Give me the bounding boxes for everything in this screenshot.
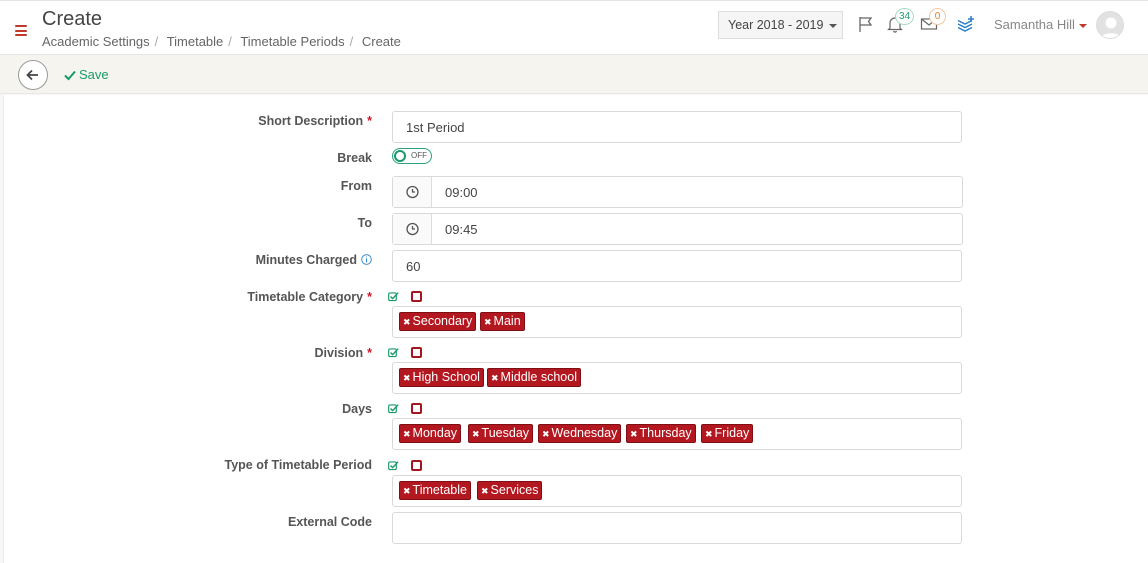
- uncheck-all-icon[interactable]: [411, 291, 422, 302]
- check-all-icon[interactable]: [388, 347, 399, 358]
- remove-tag-icon: ✖: [403, 486, 411, 496]
- break-label: Break: [337, 151, 372, 165]
- tag-timetable[interactable]: ✖ Timetable: [399, 481, 471, 500]
- remove-tag-icon: ✖: [481, 486, 489, 496]
- from-label: From: [340, 179, 372, 193]
- tag-secondary[interactable]: ✖ Secondary: [399, 312, 477, 331]
- division-label: Division *: [314, 346, 373, 360]
- remove-tag-icon: ✖: [403, 317, 411, 327]
- bell-icon[interactable]: 34: [886, 8, 915, 35]
- break-toggle[interactable]: OFF: [392, 148, 432, 164]
- minutes-charged-label: Minutes Charged: [256, 253, 372, 267]
- breadcrumb-current: Create: [361, 34, 401, 49]
- action-toolbar: Save: [0, 55, 1148, 94]
- tag-friday[interactable]: ✖ Friday: [701, 424, 754, 443]
- info-icon: [361, 254, 372, 265]
- type-of-period-tags[interactable]: ✖ Timetable ✖ Services: [392, 475, 962, 507]
- minutes-charged-input[interactable]: 60: [392, 250, 962, 282]
- breadcrumb-academic-settings[interactable]: Academic Settings: [42, 34, 150, 49]
- short-description-label: Short Description *: [258, 114, 372, 128]
- remove-tag-icon: ✖: [630, 429, 638, 439]
- breadcrumb: Academic Settings / Timetable / Timetable …: [42, 34, 401, 49]
- chevron-down-icon: [829, 23, 838, 28]
- check-icon: [64, 70, 76, 81]
- remove-tag-icon: ✖: [491, 373, 499, 383]
- uncheck-all-icon[interactable]: [411, 403, 422, 414]
- tag-services[interactable]: ✖ Services: [477, 481, 543, 500]
- clock-icon: [393, 214, 432, 244]
- remove-tag-icon: ✖: [484, 317, 492, 327]
- chevron-down-icon: [1078, 23, 1087, 28]
- tag-wednesday[interactable]: ✖ Wednesday: [538, 424, 622, 443]
- year-select-value: Year 2018 - 2019: [728, 18, 824, 32]
- short-description-input[interactable]: 1st Period: [392, 111, 962, 143]
- tag-monday[interactable]: ✖ Monday: [399, 424, 462, 443]
- tag-tuesday[interactable]: ✖ Tuesday: [468, 424, 534, 443]
- uncheck-all-icon[interactable]: [411, 460, 422, 471]
- year-select[interactable]: Year 2018 - 2019: [718, 11, 843, 39]
- type-of-period-label: Type of Timetable Period: [224, 458, 373, 472]
- days-tags[interactable]: ✖ Monday ✖ Tuesday ✖ Wednesday ✖ Thursday ✖ F…: [392, 418, 962, 450]
- flag-icon[interactable]: [857, 15, 877, 35]
- clock-icon: [393, 177, 432, 207]
- break-toggle-text: OFF: [411, 151, 427, 160]
- notifications-badge: 34: [895, 8, 915, 25]
- check-all-icon[interactable]: [388, 403, 399, 414]
- check-all-icon[interactable]: [388, 291, 399, 302]
- remove-tag-icon: ✖: [403, 429, 411, 439]
- to-time-input[interactable]: 09:45: [392, 213, 963, 245]
- back-button[interactable]: [18, 60, 48, 90]
- external-code-input[interactable]: [392, 512, 962, 544]
- remove-tag-icon: ✖: [403, 373, 411, 383]
- user-name: Samantha Hill: [994, 17, 1075, 32]
- user-menu[interactable]: Samantha Hill: [994, 17, 1087, 32]
- avatar[interactable]: [1096, 11, 1124, 39]
- check-all-icon[interactable]: [388, 460, 399, 471]
- envelope-icon[interactable]: 0: [920, 8, 946, 35]
- save-button-label: Save: [79, 67, 109, 82]
- messages-badge: 0: [929, 8, 946, 25]
- timetable-category-tags[interactable]: ✖ Secondary ✖ Main: [392, 306, 962, 338]
- tag-high-school[interactable]: ✖ High School: [399, 368, 484, 387]
- back-arrow-icon: [26, 69, 38, 81]
- remove-tag-icon: ✖: [542, 429, 550, 439]
- top-bar: Create Academic Settings / Timetable / Tim…: [0, 0, 1148, 55]
- tag-thursday[interactable]: ✖ Thursday: [626, 424, 696, 443]
- save-button[interactable]: Save: [64, 67, 109, 82]
- menu-icon[interactable]: [15, 25, 27, 36]
- page-title: Create: [42, 8, 103, 30]
- division-tags[interactable]: ✖ High School ✖ Middle school: [392, 362, 962, 394]
- external-code-label: External Code: [287, 515, 372, 529]
- to-label: To: [357, 216, 372, 230]
- breadcrumb-timetable-periods[interactable]: Timetable Periods: [240, 34, 344, 49]
- days-label: Days: [342, 402, 372, 416]
- remove-tag-icon: ✖: [705, 429, 713, 439]
- layers-plus-icon[interactable]: [956, 15, 976, 35]
- tag-middle-school[interactable]: ✖ Middle school: [487, 368, 581, 387]
- uncheck-all-icon[interactable]: [411, 347, 422, 358]
- remove-tag-icon: ✖: [472, 429, 480, 439]
- tag-main[interactable]: ✖ Main: [480, 312, 525, 331]
- breadcrumb-timetable[interactable]: Timetable: [167, 34, 224, 49]
- timetable-category-label: Timetable Category *: [247, 290, 372, 304]
- from-time-input[interactable]: 09:00: [392, 176, 963, 208]
